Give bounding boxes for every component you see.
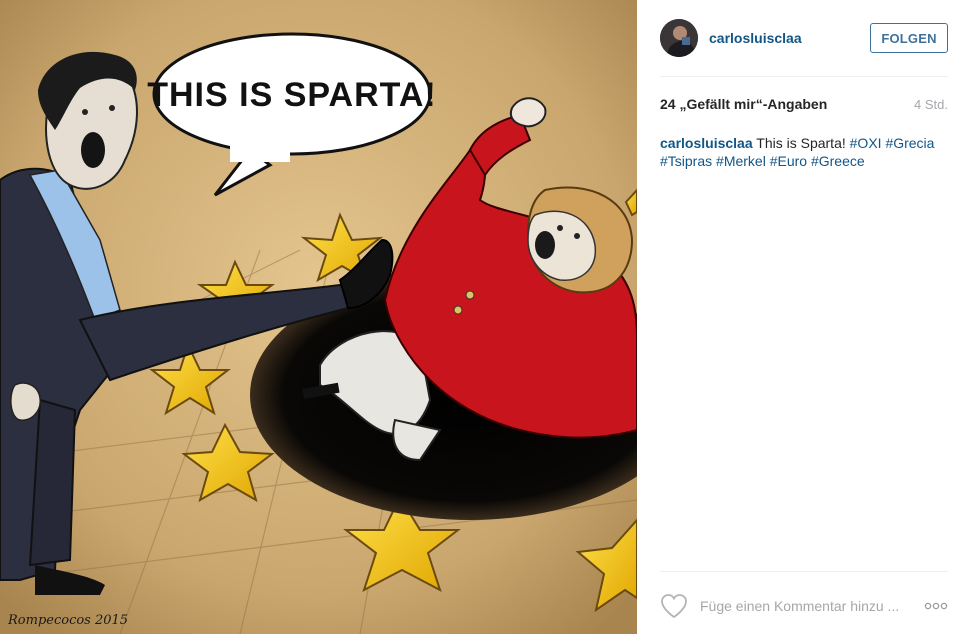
post-stats: 24 „Gefällt mir“-Angaben 4 Std. bbox=[660, 96, 948, 112]
post-image[interactable]: THIS IS SPARTA! Rompecocos 2015 bbox=[0, 0, 637, 634]
cartoon-illustration: THIS IS SPARTA! Rompecocos 2015 bbox=[0, 0, 637, 634]
comment-divider bbox=[660, 571, 948, 572]
profile-photo-icon bbox=[660, 19, 698, 57]
comment-bar bbox=[660, 590, 948, 622]
hashtag-link[interactable]: #Tsipras bbox=[660, 153, 712, 169]
avatar[interactable] bbox=[660, 19, 698, 57]
artist-signature: Rompecocos 2015 bbox=[7, 613, 128, 628]
likes-count[interactable]: 24 „Gefällt mir“-Angaben bbox=[660, 96, 827, 112]
post-caption: carlosluisclaa This is Sparta! #OXI #Gre… bbox=[660, 134, 950, 170]
caption-username-link[interactable]: carlosluisclaa bbox=[660, 135, 753, 151]
instagram-post: THIS IS SPARTA! Rompecocos 2015 carloslu… bbox=[0, 0, 969, 634]
hashtag-link[interactable]: #Grecia bbox=[885, 135, 934, 151]
header-divider bbox=[660, 76, 948, 77]
more-options-icon[interactable] bbox=[924, 599, 948, 613]
heart-icon[interactable] bbox=[660, 593, 688, 619]
username-link[interactable]: carlosluisclaa bbox=[709, 30, 802, 46]
caption-text: This is Sparta! bbox=[756, 135, 846, 151]
post-sidebar: carlosluisclaa FOLGEN 24 „Gefällt mir“-A… bbox=[637, 0, 969, 634]
hashtag-link[interactable]: #Greece bbox=[811, 153, 865, 169]
post-header: carlosluisclaa FOLGEN bbox=[660, 18, 948, 58]
speech-bubble-text: THIS IS SPARTA! bbox=[147, 76, 437, 114]
hashtag-link[interactable]: #OXI bbox=[850, 135, 882, 151]
hashtag-link[interactable]: #Euro bbox=[770, 153, 807, 169]
comment-input[interactable] bbox=[700, 598, 915, 614]
hashtag-link[interactable]: #Merkel bbox=[716, 153, 766, 169]
follow-button[interactable]: FOLGEN bbox=[870, 23, 948, 53]
post-timestamp[interactable]: 4 Std. bbox=[914, 97, 948, 112]
